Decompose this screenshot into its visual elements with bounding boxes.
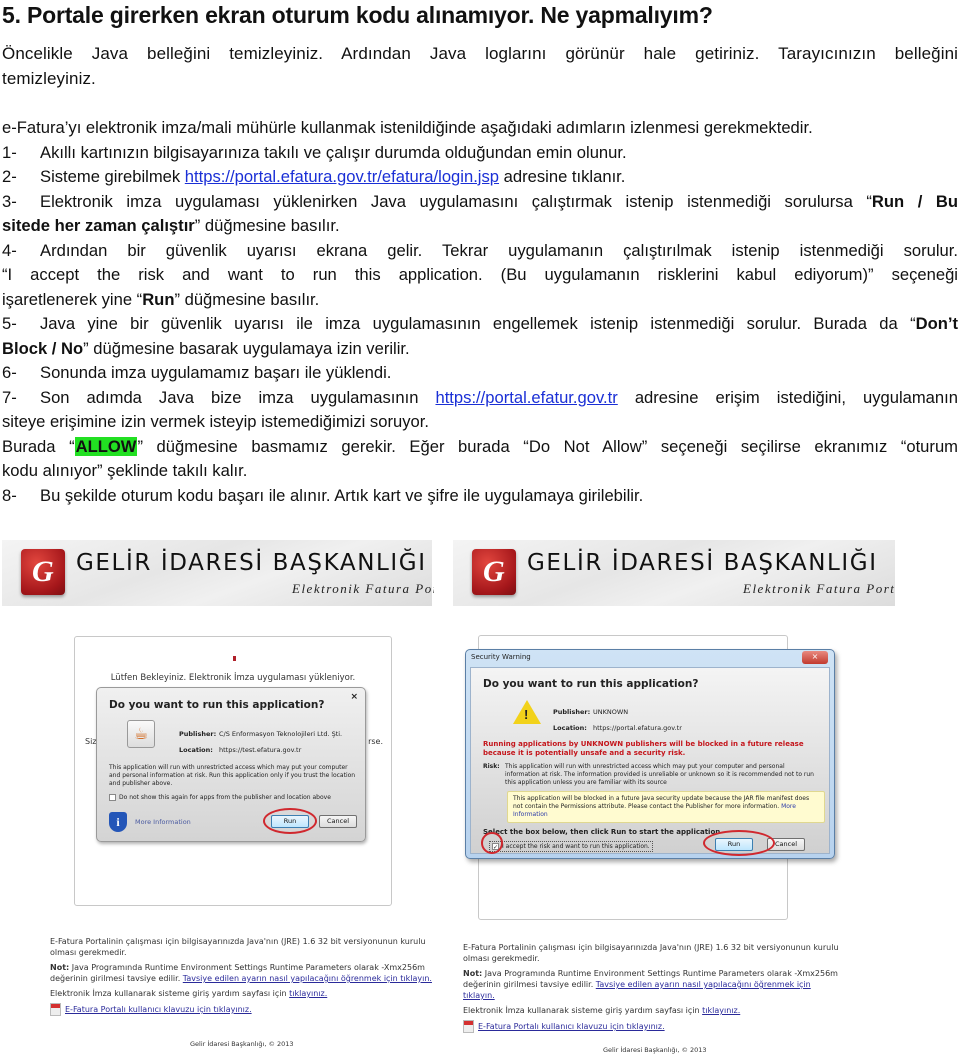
step-4: 4- Ardından bir güvenlik uyarısı ekrana g… <box>2 240 958 260</box>
dialog-title: Do you want to run this application? <box>109 699 325 711</box>
step-3-cont: sitede her zaman çalıştır” düğmesine bas… <box>2 216 340 235</box>
login-link[interactable]: https://portal.efatura.gov.tr/efatura/lo… <box>185 167 499 186</box>
java-icon: ☕ <box>127 720 155 748</box>
loading-spinner-icon <box>233 656 236 661</box>
guide-line: E-Fatura Portalı kullanıcı klavuzu için … <box>50 1003 434 1016</box>
step-5-cont: Block / No” düğmesine basarak uygulamaya… <box>2 338 410 358</box>
allow-note-line2: kodu alınıyor” şeklinde takılı kalır. <box>2 461 248 480</box>
cancel-button[interactable]: Cancel <box>319 815 357 828</box>
banner-title: GELİR İDARESİ BAŞKANLIĞI <box>76 550 427 576</box>
screenshot-security-warning: G GELİR İDARESİ BAŞKANLIĞI Elektronik Fa… <box>453 540 895 1064</box>
security-warning-dialog: Security Warning × Do you want to run th… <box>465 649 835 859</box>
highlight-ring-run <box>263 808 317 834</box>
screenshot-run-dialog: G GELİR İDARESİ BAŞKANLIĞI Elektronik Fa… <box>2 540 434 1064</box>
pdf-icon <box>463 1020 474 1033</box>
java-requirement: E-Fatura Portalinin çalışması için bilgi… <box>463 943 839 963</box>
publisher-row: Publisher: C/S Enformasyon Teknolojileri … <box>179 730 343 738</box>
location-row: Location: https://test.efatura.gov.tr <box>179 746 302 754</box>
page-heading: 5. Portale girerken ekran oturum kodu al… <box>2 2 713 28</box>
java-requirement: E-Fatura Portalinin çalışması için bilgi… <box>50 937 426 957</box>
help-link[interactable]: tıklayınız. <box>702 1006 740 1015</box>
permissions-note: This application will be blocked in a fu… <box>507 791 825 823</box>
risk-row: Risk: This application will run with unre… <box>483 763 814 786</box>
banner-title: GELİR İDARESİ BAŞKANLIĞI <box>527 550 878 576</box>
run-app-dialog: × Do you want to run this application? ☕… <box>96 687 366 842</box>
help-line: Elektronik İmza kullanarak sisteme giriş… <box>50 989 328 998</box>
dont-show-checkbox[interactable]: Do not show this again for apps from the… <box>109 794 331 801</box>
step-5: 5- Java yine bir güvenlik uyarısı ile imz… <box>2 314 958 333</box>
step-7-line2: siteye erişimine izin vermek isteyip ist… <box>2 412 429 431</box>
step-3: 3- Elektronik imza uygulaması yüklenirken… <box>2 191 958 211</box>
allow-note: Burada “ALLOW” düğmesine basmamız gereki… <box>2 436 958 456</box>
dialog-title: Do you want to run this application? <box>483 678 699 690</box>
highlight-ring-run <box>703 830 775 856</box>
steps-list: e-Fatura’yı elektronik imza/mali mühürle… <box>2 116 958 508</box>
portal-link[interactable]: https://portal.efatur.gov.tr <box>435 388 617 407</box>
steps-intro: e-Fatura’yı elektronik imza/mali mühürle… <box>2 118 813 137</box>
hidden-text-right: rse. <box>368 737 383 746</box>
gib-banner: G GELİR İDARESİ BAŞKANLIĞI Elektronik Fa… <box>2 540 434 606</box>
step-8: 8- Bu şekilde oturum kodu başarı ile alın… <box>2 485 644 505</box>
step-2: 2- Sisteme girebilmek https://portal.efat… <box>2 167 626 186</box>
gib-logo-icon: G <box>472 549 516 595</box>
copyright: Gelir İdaresi Başkanlığı, © 2013 <box>603 1046 707 1054</box>
user-guide-link[interactable]: E-Fatura Portalı kullanıcı klavuzu için … <box>478 1022 665 1031</box>
gib-banner: G GELİR İDARESİ BAŞKANLIĞI Elektronik Fa… <box>453 540 895 606</box>
intro-paragraph: Öncelikle Java belleğini temizleyiniz. A… <box>2 44 958 88</box>
help-line: Elektronik İmza kullanarak sisteme giriş… <box>463 1006 741 1015</box>
guide-line: E-Fatura Portalı kullanıcı klavuzu için … <box>463 1020 843 1033</box>
gib-logo-icon: G <box>21 549 65 595</box>
unknown-publisher-warning: Running applications by UNKNOWN publishe… <box>483 740 804 757</box>
portal-footer-info: E-Fatura Portalinin çalışması için bilgi… <box>463 942 843 1037</box>
step-4-line3: işaretlenerek yine “Run” düğmesine basıl… <box>2 289 320 309</box>
checkbox-icon[interactable] <box>109 794 116 801</box>
step-4-line2: “I accept the risk and want to run this … <box>2 265 958 284</box>
accept-risk-checkbox[interactable]: ✓ I accept the risk and want to run this … <box>489 841 653 852</box>
publisher-row: Publisher: UNKNOWN <box>553 708 629 716</box>
select-instruction: Select the box below, then click Run to … <box>483 828 721 836</box>
more-information-link[interactable]: More Information <box>135 818 191 826</box>
copyright: Gelir İdaresi Başkanlığı, © 2013 <box>190 1040 294 1048</box>
dialog-body: Do you want to run this application? ! P… <box>470 667 830 856</box>
step-1: 1- Akıllı kartınızın bilgisayarınıza takı… <box>2 142 627 162</box>
pdf-icon <box>50 1003 61 1016</box>
allow-highlight: ALLOW <box>74 436 138 456</box>
warning-exclamation-icon: ! <box>524 707 529 722</box>
banner-subtitle: Elektronik Fatura Port <box>292 581 434 596</box>
user-guide-link[interactable]: E-Fatura Portalı kullanıcı klavuzu için … <box>65 1005 252 1014</box>
close-icon[interactable]: × <box>802 651 828 664</box>
help-link[interactable]: tıklayınız. <box>289 989 327 998</box>
info-shield-icon: i <box>109 812 127 832</box>
highlight-ring-checkbox <box>481 832 503 854</box>
dialog-warning: This application will run with unrestric… <box>109 764 356 787</box>
step-6: 6- Sonunda imza uygulamamız başarı ile yü… <box>2 363 392 382</box>
settings-help-link[interactable]: Tavsiye edilen ayarın nasıl yapılacağını… <box>183 974 432 983</box>
step-7: 7- Son adımda Java bize imza uygulamasını… <box>2 387 958 407</box>
wait-text: Lütfen Bekleyiniz. Elektronik İmza uygul… <box>110 673 356 683</box>
close-icon[interactable]: × <box>350 692 358 702</box>
dialog-caption: Security Warning <box>471 653 531 661</box>
portal-footer-info: E-Fatura Portalinin çalışması için bilgi… <box>50 936 434 1020</box>
java-note: Not: Java Programında Runtime Environmen… <box>463 969 838 1000</box>
location-row: Location: https://portal.efatura.gov.tr <box>553 724 682 732</box>
banner-subtitle: Elektronik Fatura Portali <box>743 581 895 596</box>
java-note: Not: Java Programında Runtime Environmen… <box>50 963 432 983</box>
